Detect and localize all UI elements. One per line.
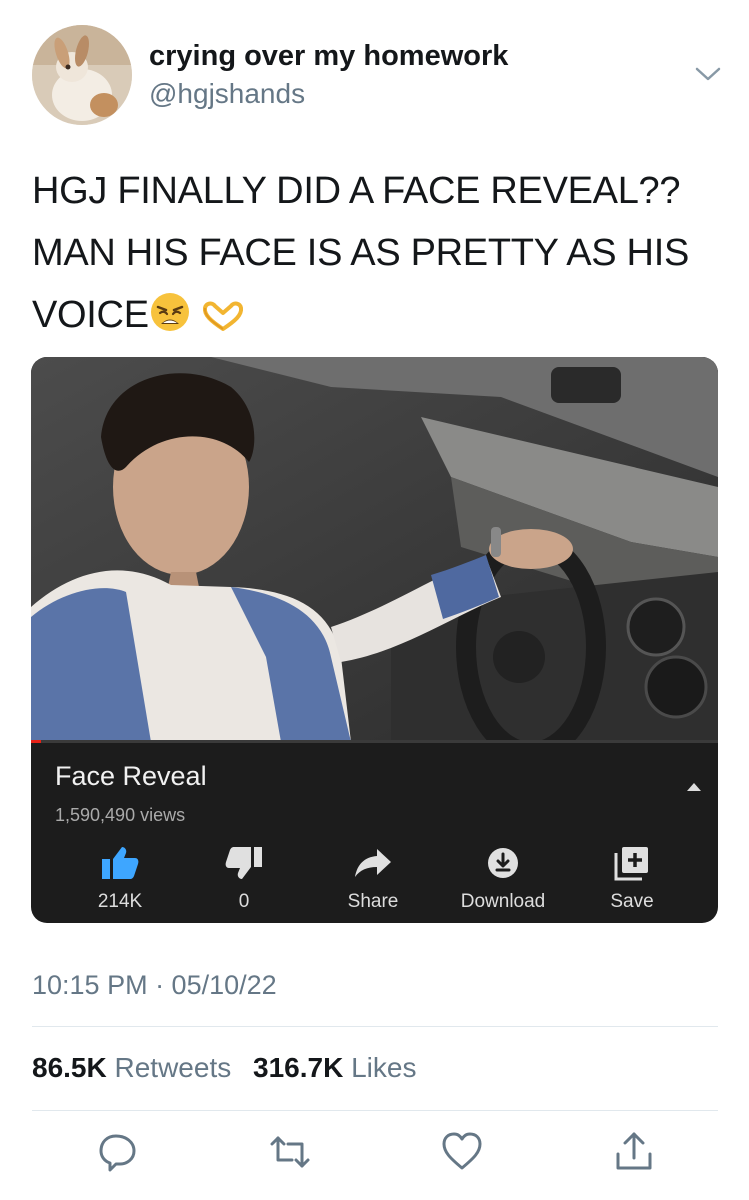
divider [32,1110,718,1111]
likes-count[interactable]: 316.7K [253,1052,343,1083]
tweet-header: crying over my homework @hgjshands [0,0,749,140]
thumbs-up-icon [102,847,139,879]
tweet-timestamp[interactable]: 10:15 PM · 05/10/22 [32,970,277,1001]
like-icon[interactable] [440,1130,484,1174]
share-icon[interactable] [612,1130,656,1174]
video-title[interactable]: Face Reveal [55,761,207,792]
tweet-text-line: MAN HIS FACE IS AS PRETTY AS HIS [32,232,689,274]
engagement-stats: 86.5K Retweets 316.7K Likes [32,1052,430,1084]
likes-label[interactable]: Likes [351,1052,416,1083]
video-thumbnail[interactable] [31,357,718,742]
video-progress-fill [31,740,42,743]
retweet-icon[interactable] [268,1130,312,1174]
avatar[interactable] [32,25,132,125]
collapse-arrow-icon[interactable] [686,782,702,792]
thumbs-down-icon [225,847,262,879]
tweet-text-line: HGJ FINALLY DID A FACE REVEAL?? [32,170,681,212]
bunny-avatar-image [32,25,132,125]
video-views: 1,590,490 views [55,805,186,825]
save-playlist-icon [614,847,648,881]
tweet-action-bar [0,1130,749,1180]
reply-icon[interactable] [96,1130,140,1174]
download-button[interactable]: Download [448,845,558,917]
weary-face-emoji [149,290,191,352]
like-count: 214K [97,891,143,912]
video-share-button[interactable]: Share [318,845,428,917]
heart-hands-emoji [201,290,245,352]
like-button[interactable]: 214K [65,845,175,917]
retweets-label[interactable]: Retweets [115,1052,232,1083]
dislike-button[interactable]: 0 [189,845,299,917]
display-name[interactable]: crying over my homework [149,40,508,73]
video-progress-bar[interactable] [31,740,718,743]
chevron-down-icon[interactable] [694,64,722,84]
username-handle[interactable]: @hgjshands [149,78,305,110]
save-label: Save [610,891,654,912]
tweet-text-line: VOICE [32,284,722,352]
video-card[interactable]: Face Reveal 1,590,490 views 214K 0 Share [31,357,718,923]
download-icon [488,848,518,878]
share-label: Share [347,891,399,912]
divider [32,1026,718,1027]
tweet-text-segment: VOICE [32,294,149,336]
download-label: Download [460,891,546,912]
save-button[interactable]: Save [577,845,687,917]
retweets-count[interactable]: 86.5K [32,1052,107,1083]
tweet-text: HGJ FINALLY DID A FACE REVEAL?? MAN HIS … [32,160,722,352]
share-arrow-icon [355,849,391,877]
dislike-count: 0 [238,891,250,912]
